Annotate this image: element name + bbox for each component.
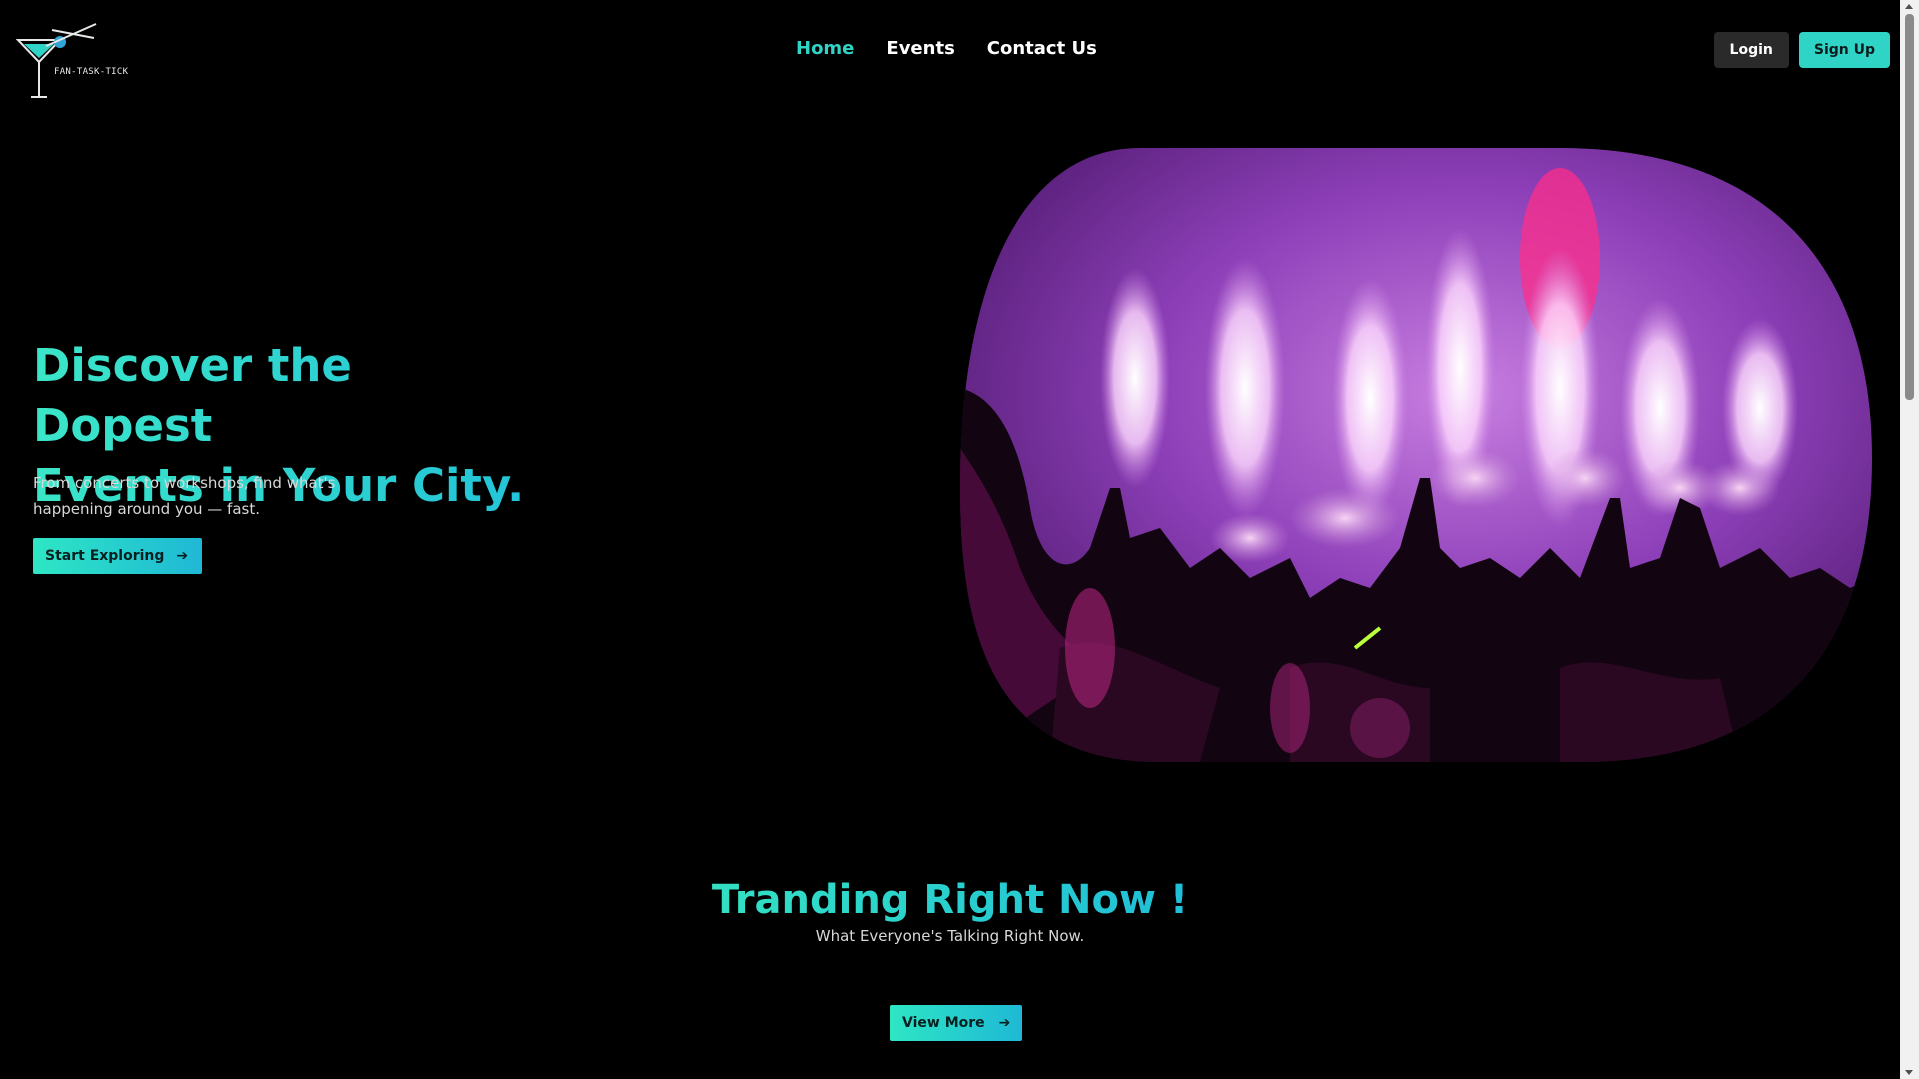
hero-title-line-1: Discover the Dopest <box>33 339 352 452</box>
martini-glass-icon <box>15 23 97 98</box>
signup-button[interactable]: Sign Up <box>1798 32 1890 68</box>
login-button[interactable]: Login <box>1713 32 1789 68</box>
hero-concert-image <box>960 148 1872 762</box>
page: FAN-TASK-TICK Home Events Contact Us Log… <box>0 0 1900 1079</box>
main-nav: Home Events Contact Us <box>796 38 1097 59</box>
hero-subtitle: From concerts to workshops, find what's … <box>33 474 336 518</box>
nav-contact-us[interactable]: Contact Us <box>987 38 1097 59</box>
arrow-right-icon: ➔ <box>998 1015 1011 1031</box>
view-more-button[interactable]: View More ➔ <box>890 1005 1023 1041</box>
nav-home[interactable]: Home <box>796 38 854 59</box>
trending-title: Tranding Right Now ! <box>0 873 1900 927</box>
brand-logo[interactable]: FAN-TASK-TICK <box>15 22 128 100</box>
page-scrollbar[interactable] <box>1900 0 1919 1079</box>
view-more-label: View More <box>902 1015 985 1031</box>
concert-illustration <box>960 148 1872 762</box>
nav-events[interactable]: Events <box>886 38 954 59</box>
arrow-right-icon: ➔ <box>176 548 189 564</box>
logo-text: FAN-TASK-TICK <box>54 67 129 77</box>
scroll-thumb[interactable] <box>1905 14 1914 400</box>
scroll-down-arrow-icon[interactable] <box>1905 1070 1913 1075</box>
start-exploring-label: Start Exploring <box>45 548 165 564</box>
auth-buttons: Login Sign Up <box>1713 32 1890 68</box>
scroll-up-arrow-icon[interactable] <box>1905 4 1913 9</box>
trending-title-text: Tranding Right Now ! <box>711 877 1189 923</box>
trending-subtitle: What Everyone's Talking Right Now. <box>815 927 1085 945</box>
start-exploring-button[interactable]: Start Exploring ➔ <box>33 538 203 574</box>
